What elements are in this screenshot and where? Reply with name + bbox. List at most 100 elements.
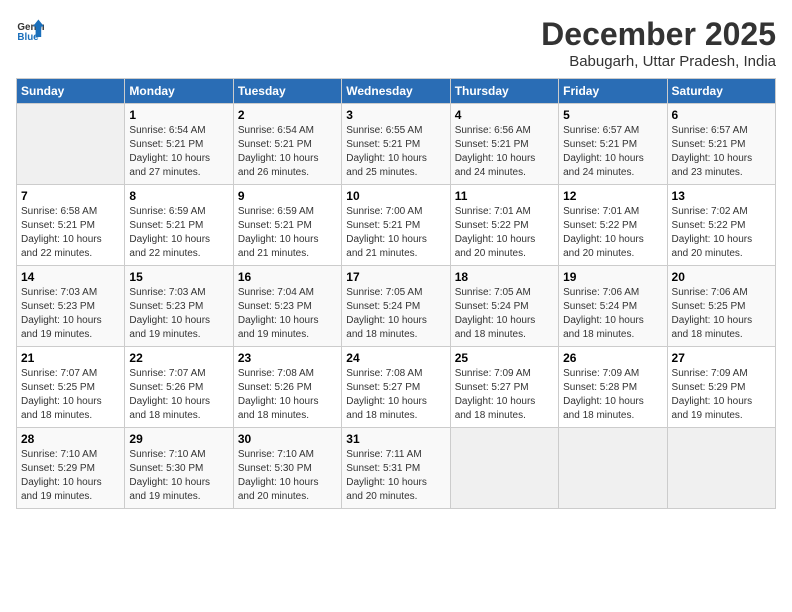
day-info: Sunrise: 7:01 AM Sunset: 5:22 PM Dayligh… xyxy=(563,205,662,261)
day-info: Sunrise: 6:56 AM Sunset: 5:21 PM Dayligh… xyxy=(455,124,554,180)
day-number: 10 xyxy=(346,189,445,203)
day-number: 21 xyxy=(21,351,120,365)
day-number: 20 xyxy=(672,270,771,284)
day-number: 4 xyxy=(455,108,554,122)
day-info: Sunrise: 6:54 AM Sunset: 5:21 PM Dayligh… xyxy=(238,124,337,180)
day-info: Sunrise: 7:01 AM Sunset: 5:22 PM Dayligh… xyxy=(455,205,554,261)
calendar-cell: 18 Sunrise: 7:05 AM Sunset: 5:24 PM Dayli… xyxy=(450,266,558,347)
calendar-cell: 4 Sunrise: 6:56 AM Sunset: 5:21 PM Daylig… xyxy=(450,104,558,185)
logo-icon: General Blue xyxy=(16,16,44,44)
calendar-cell xyxy=(667,428,775,509)
day-info: Sunrise: 7:09 AM Sunset: 5:28 PM Dayligh… xyxy=(563,367,662,423)
calendar-week-row: 7 Sunrise: 6:58 AM Sunset: 5:21 PM Daylig… xyxy=(17,185,776,266)
calendar-week-row: 14 Sunrise: 7:03 AM Sunset: 5:23 PM Dayli… xyxy=(17,266,776,347)
day-number: 8 xyxy=(129,189,228,203)
day-info: Sunrise: 7:05 AM Sunset: 5:24 PM Dayligh… xyxy=(455,286,554,342)
calendar-cell xyxy=(559,428,667,509)
calendar-cell: 16Sunrise: 7:04 AM Sunset: 5:23 PM Dayli… xyxy=(233,266,341,347)
day-number: 31 xyxy=(346,432,445,446)
calendar-cell: 6 Sunrise: 6:57 AM Sunset: 5:21 PM Daylig… xyxy=(667,104,775,185)
weekday-header-monday: Monday xyxy=(125,79,233,104)
day-info: Sunrise: 6:54 AM Sunset: 5:21 PM Dayligh… xyxy=(129,124,228,180)
calendar-cell xyxy=(450,428,558,509)
weekday-header-tuesday: Tuesday xyxy=(233,79,341,104)
day-info: Sunrise: 7:09 AM Sunset: 5:27 PM Dayligh… xyxy=(455,367,554,423)
day-number: 25 xyxy=(455,351,554,365)
weekday-header-row: SundayMondayTuesdayWednesdayThursdayFrid… xyxy=(17,79,776,104)
calendar-cell xyxy=(17,104,125,185)
day-number: 28 xyxy=(21,432,120,446)
main-title: December 2025 xyxy=(541,16,776,53)
calendar-cell: 27Sunrise: 7:09 AM Sunset: 5:29 PM Dayli… xyxy=(667,347,775,428)
calendar-cell: 10Sunrise: 7:00 AM Sunset: 5:21 PM Dayli… xyxy=(342,185,450,266)
calendar-week-row: 1 Sunrise: 6:54 AM Sunset: 5:21 PM Daylig… xyxy=(17,104,776,185)
day-info: Sunrise: 7:10 AM Sunset: 5:30 PM Dayligh… xyxy=(238,448,337,504)
weekday-header-sunday: Sunday xyxy=(17,79,125,104)
day-number: 22 xyxy=(129,351,228,365)
day-number: 11 xyxy=(455,189,554,203)
day-info: Sunrise: 7:03 AM Sunset: 5:23 PM Dayligh… xyxy=(21,286,120,342)
day-number: 13 xyxy=(672,189,771,203)
calendar-cell: 1 Sunrise: 6:54 AM Sunset: 5:21 PM Daylig… xyxy=(125,104,233,185)
day-info: Sunrise: 7:08 AM Sunset: 5:26 PM Dayligh… xyxy=(238,367,337,423)
day-info: Sunrise: 7:07 AM Sunset: 5:26 PM Dayligh… xyxy=(129,367,228,423)
day-info: Sunrise: 7:10 AM Sunset: 5:29 PM Dayligh… xyxy=(21,448,120,504)
calendar-cell: 22 Sunrise: 7:07 AM Sunset: 5:26 PM Dayli… xyxy=(125,347,233,428)
day-info: Sunrise: 7:02 AM Sunset: 5:22 PM Dayligh… xyxy=(672,205,771,261)
calendar-cell: 31 Sunrise: 7:11 AM Sunset: 5:31 PM Dayli… xyxy=(342,428,450,509)
day-number: 5 xyxy=(563,108,662,122)
day-number: 16 xyxy=(238,270,337,284)
calendar-cell: 11 Sunrise: 7:01 AM Sunset: 5:22 PM Dayli… xyxy=(450,185,558,266)
calendar-cell: 30 Sunrise: 7:10 AM Sunset: 5:30 PM Dayli… xyxy=(233,428,341,509)
day-number: 12 xyxy=(563,189,662,203)
calendar-week-row: 28 Sunrise: 7:10 AM Sunset: 5:29 PM Dayli… xyxy=(17,428,776,509)
calendar-cell: 23Sunrise: 7:08 AM Sunset: 5:26 PM Dayli… xyxy=(233,347,341,428)
calendar-cell: 12 Sunrise: 7:01 AM Sunset: 5:22 PM Dayli… xyxy=(559,185,667,266)
weekday-header-friday: Friday xyxy=(559,79,667,104)
calendar-cell: 15Sunrise: 7:03 AM Sunset: 5:23 PM Dayli… xyxy=(125,266,233,347)
day-info: Sunrise: 7:07 AM Sunset: 5:25 PM Dayligh… xyxy=(21,367,120,423)
calendar-cell: 19Sunrise: 7:06 AM Sunset: 5:24 PM Dayli… xyxy=(559,266,667,347)
day-number: 14 xyxy=(21,270,120,284)
day-info: Sunrise: 6:59 AM Sunset: 5:21 PM Dayligh… xyxy=(129,205,228,261)
title-area: December 2025 Babugarh, Uttar Pradesh, I… xyxy=(541,16,776,70)
day-info: Sunrise: 7:03 AM Sunset: 5:23 PM Dayligh… xyxy=(129,286,228,342)
calendar-cell: 14 Sunrise: 7:03 AM Sunset: 5:23 PM Dayli… xyxy=(17,266,125,347)
day-info: Sunrise: 6:59 AM Sunset: 5:21 PM Dayligh… xyxy=(238,205,337,261)
subtitle: Babugarh, Uttar Pradesh, India xyxy=(541,53,776,70)
day-info: Sunrise: 7:10 AM Sunset: 5:30 PM Dayligh… xyxy=(129,448,228,504)
day-number: 9 xyxy=(238,189,337,203)
day-info: Sunrise: 6:57 AM Sunset: 5:21 PM Dayligh… xyxy=(672,124,771,180)
day-number: 29 xyxy=(129,432,228,446)
day-info: Sunrise: 6:58 AM Sunset: 5:21 PM Dayligh… xyxy=(21,205,120,261)
page-header: General Blue December 2025 Babugarh, Utt… xyxy=(16,16,776,70)
calendar-cell: 17 Sunrise: 7:05 AM Sunset: 5:24 PM Dayli… xyxy=(342,266,450,347)
day-number: 19 xyxy=(563,270,662,284)
calendar-cell: 26Sunrise: 7:09 AM Sunset: 5:28 PM Dayli… xyxy=(559,347,667,428)
calendar-cell: 8 Sunrise: 6:59 AM Sunset: 5:21 PM Daylig… xyxy=(125,185,233,266)
weekday-header-wednesday: Wednesday xyxy=(342,79,450,104)
day-number: 30 xyxy=(238,432,337,446)
calendar-cell: 5 Sunrise: 6:57 AM Sunset: 5:21 PM Daylig… xyxy=(559,104,667,185)
calendar-cell: 7 Sunrise: 6:58 AM Sunset: 5:21 PM Daylig… xyxy=(17,185,125,266)
calendar-cell: 13 Sunrise: 7:02 AM Sunset: 5:22 PM Dayli… xyxy=(667,185,775,266)
calendar-cell: 9 Sunrise: 6:59 AM Sunset: 5:21 PM Daylig… xyxy=(233,185,341,266)
day-info: Sunrise: 7:08 AM Sunset: 5:27 PM Dayligh… xyxy=(346,367,445,423)
weekday-header-saturday: Saturday xyxy=(667,79,775,104)
calendar-cell: 2 Sunrise: 6:54 AM Sunset: 5:21 PM Daylig… xyxy=(233,104,341,185)
day-number: 17 xyxy=(346,270,445,284)
day-number: 3 xyxy=(346,108,445,122)
calendar-cell: 3Sunrise: 6:55 AM Sunset: 5:21 PM Daylig… xyxy=(342,104,450,185)
day-info: Sunrise: 7:05 AM Sunset: 5:24 PM Dayligh… xyxy=(346,286,445,342)
calendar-cell: 20 Sunrise: 7:06 AM Sunset: 5:25 PM Dayli… xyxy=(667,266,775,347)
day-number: 2 xyxy=(238,108,337,122)
day-info: Sunrise: 6:57 AM Sunset: 5:21 PM Dayligh… xyxy=(563,124,662,180)
weekday-header-thursday: Thursday xyxy=(450,79,558,104)
day-number: 1 xyxy=(129,108,228,122)
day-info: Sunrise: 7:11 AM Sunset: 5:31 PM Dayligh… xyxy=(346,448,445,504)
day-number: 7 xyxy=(21,189,120,203)
day-number: 6 xyxy=(672,108,771,122)
day-number: 18 xyxy=(455,270,554,284)
day-info: Sunrise: 7:06 AM Sunset: 5:25 PM Dayligh… xyxy=(672,286,771,342)
calendar-table: SundayMondayTuesdayWednesdayThursdayFrid… xyxy=(16,78,776,509)
